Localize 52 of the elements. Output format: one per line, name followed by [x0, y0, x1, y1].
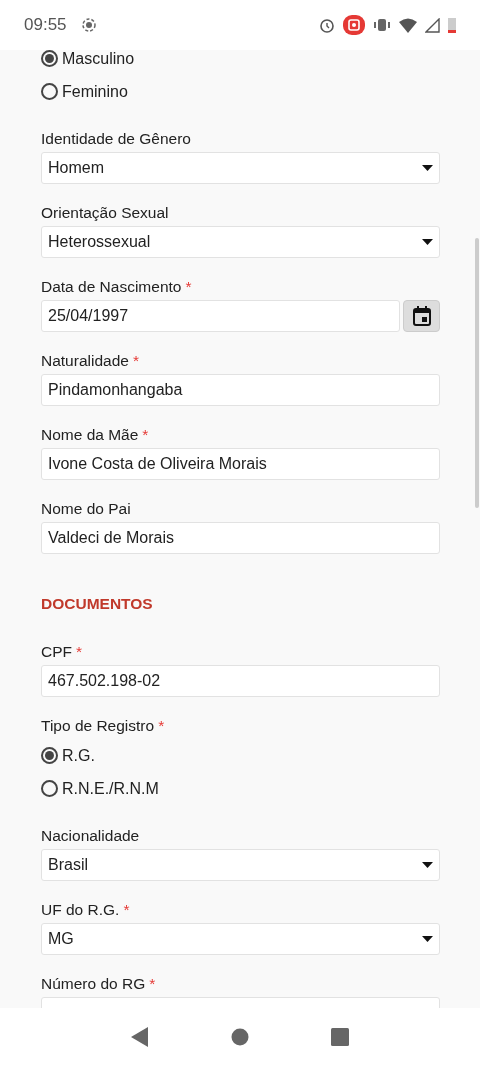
- status-time: 09:55: [24, 15, 67, 35]
- battery-icon: [448, 17, 456, 33]
- radio-option[interactable]: R.N.E./R.N.M: [41, 772, 440, 805]
- required-mark: *: [185, 278, 192, 296]
- field-label: Naturalidade: [41, 352, 129, 370]
- text-field[interactable]: 467.502.198-02: [41, 665, 440, 697]
- radio-icon[interactable]: [41, 780, 58, 797]
- caret-icon: [422, 862, 433, 868]
- alarm-icon: [319, 17, 335, 33]
- field-label: Nome do Pai: [41, 500, 131, 518]
- vibrate-icon: [373, 17, 391, 33]
- field-label: Número do RG: [41, 975, 146, 993]
- field-label: Data de Nascimento: [41, 278, 182, 296]
- calendar-button[interactable]: [403, 300, 440, 332]
- text-field[interactable]: Valdeci de Morais: [41, 522, 440, 554]
- required-mark: *: [149, 975, 156, 993]
- required-mark: *: [76, 643, 83, 661]
- radio-option[interactable]: Feminino: [41, 75, 440, 108]
- calendar-icon: [412, 306, 431, 326]
- section-heading: DOCUMENTOS: [41, 595, 154, 613]
- field-label: Tipo de Registro: [41, 717, 155, 735]
- caret-icon: [422, 165, 433, 171]
- field-label: UF do R.G.: [41, 901, 120, 919]
- radio-option[interactable]: Masculino: [41, 50, 440, 75]
- text-field[interactable]: Ivone Costa de Oliveira Morais: [41, 448, 440, 480]
- required-mark: *: [158, 717, 165, 735]
- caret-icon: [422, 239, 433, 245]
- text-field[interactable]: Pindamonhangaba: [41, 374, 440, 406]
- radio-icon[interactable]: [41, 50, 58, 67]
- date-field[interactable]: 25/04/1997: [41, 300, 400, 332]
- field-label: Nome da Mãe: [41, 426, 139, 444]
- radio-icon[interactable]: [41, 747, 58, 764]
- radio-icon[interactable]: [41, 83, 58, 100]
- select-field[interactable]: Brasil: [41, 849, 440, 881]
- caret-icon: [422, 936, 433, 942]
- record-icon: [80, 17, 97, 33]
- required-mark: *: [142, 426, 149, 444]
- required-mark: *: [132, 352, 139, 370]
- select-field[interactable]: Heterossexual: [41, 226, 440, 258]
- required-mark: *: [123, 901, 130, 919]
- wifi-icon: [399, 17, 417, 33]
- radio-option[interactable]: R.G.: [41, 739, 440, 772]
- record-icon: [343, 15, 365, 35]
- select-field[interactable]: MG: [41, 923, 440, 955]
- field-label: CPF: [41, 643, 72, 661]
- field-label: Orientação Sexual: [41, 204, 169, 222]
- field-label: Nacionalidade: [41, 827, 140, 845]
- signal-icon: [425, 17, 440, 33]
- select-field[interactable]: Homem: [41, 152, 440, 184]
- home-icon[interactable]: [231, 1028, 249, 1046]
- field-label: Identidade de Gênero: [41, 130, 191, 148]
- back-icon[interactable]: [131, 1027, 149, 1047]
